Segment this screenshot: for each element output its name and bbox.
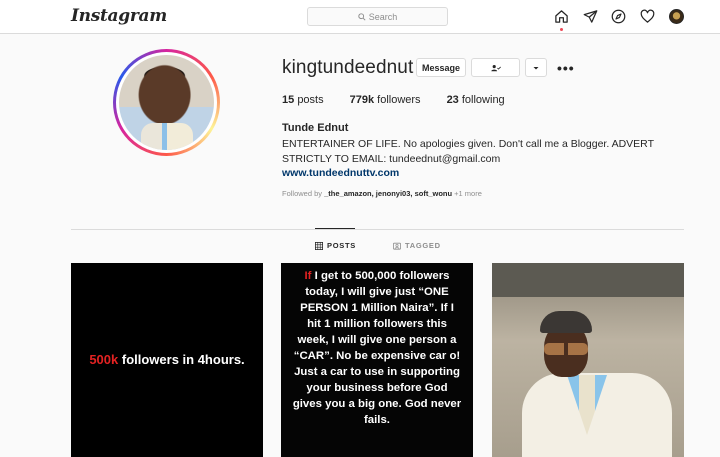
post-2-caption: If I get to 500,000 followers today, I w… bbox=[292, 268, 462, 428]
followed-by-names: _the_amazon, jenonyi03, soft_wonu bbox=[324, 189, 453, 198]
following-count: 23 bbox=[446, 94, 459, 106]
followed-by-more: +1 more bbox=[454, 189, 482, 198]
search-placeholder: Search bbox=[368, 11, 398, 22]
profile-photo bbox=[119, 55, 214, 150]
tab-tagged-label: TAGGED bbox=[405, 241, 441, 250]
post-2-text: I get to 500,000 followers today, I will… bbox=[292, 270, 462, 426]
posts-stat-label: posts bbox=[297, 94, 324, 106]
notification-dot bbox=[560, 28, 563, 31]
profile-full-name: Tunde Ednut bbox=[282, 122, 349, 134]
profile-picture[interactable] bbox=[113, 49, 220, 156]
post-thumbnail[interactable] bbox=[492, 263, 684, 457]
chevron-down-icon bbox=[533, 66, 539, 69]
profile-picture-frame bbox=[116, 52, 217, 153]
tab-posts-label: POSTS bbox=[327, 241, 356, 250]
followers-stat-label: followers bbox=[377, 94, 421, 106]
following-stat[interactable]: 23 following bbox=[447, 94, 505, 106]
tab-divider bbox=[71, 229, 684, 230]
post-1-text: followers in 4hours. bbox=[118, 352, 245, 367]
suggested-dropdown-button[interactable] bbox=[525, 58, 547, 77]
posts-count: 15 bbox=[282, 94, 295, 106]
instagram-logo[interactable]: Instagram bbox=[71, 6, 167, 26]
tab-tagged[interactable]: TAGGED bbox=[393, 241, 441, 250]
top-nav-bar: Instagram Search bbox=[0, 0, 720, 34]
post-thumbnail[interactable]: If I get to 500,000 followers today, I w… bbox=[281, 263, 473, 457]
direct-icon[interactable] bbox=[582, 8, 599, 25]
home-icon[interactable] bbox=[553, 8, 570, 25]
profile-avatar-icon[interactable] bbox=[669, 9, 684, 24]
user-check-icon bbox=[490, 64, 501, 71]
posts-stat: 15 posts bbox=[282, 94, 324, 106]
more-options-icon[interactable]: ••• bbox=[557, 60, 575, 76]
profile-bio: ENTERTAINER OF LIFE. No apologies given.… bbox=[282, 138, 654, 165]
explore-icon[interactable] bbox=[610, 8, 627, 25]
followers-count: 779k bbox=[349, 94, 375, 106]
post-1-highlight: 500k bbox=[89, 352, 119, 367]
grid-icon bbox=[315, 241, 323, 250]
profile-stats: 15 posts 779k followers 23 following bbox=[282, 94, 531, 106]
following-button[interactable] bbox=[471, 58, 520, 77]
followed-by[interactable]: Followed by _the_amazon, jenonyi03, soft… bbox=[282, 189, 482, 198]
tab-posts[interactable]: POSTS bbox=[315, 241, 356, 250]
active-tab-indicator bbox=[315, 228, 355, 229]
post-3-sunglasses bbox=[544, 343, 588, 355]
following-stat-label: following bbox=[461, 94, 505, 106]
search-input[interactable]: Search bbox=[307, 7, 448, 26]
post-3-cap bbox=[540, 311, 592, 333]
followed-by-prefix: Followed by bbox=[282, 189, 323, 198]
message-button[interactable]: Message bbox=[416, 58, 466, 77]
post-3-photo bbox=[522, 285, 672, 457]
post-1-caption: 500k followers in 4hours. bbox=[89, 351, 244, 369]
profile-website-link[interactable]: www.tundeednuttv.com bbox=[282, 167, 399, 179]
followers-stat[interactable]: 779k followers bbox=[350, 94, 421, 106]
search-icon bbox=[358, 12, 366, 21]
tagged-icon bbox=[393, 242, 401, 250]
profile-username: kingtundeednut bbox=[282, 57, 414, 78]
activity-heart-icon[interactable] bbox=[639, 8, 656, 25]
post-thumbnail[interactable]: 500k followers in 4hours. bbox=[71, 263, 263, 457]
